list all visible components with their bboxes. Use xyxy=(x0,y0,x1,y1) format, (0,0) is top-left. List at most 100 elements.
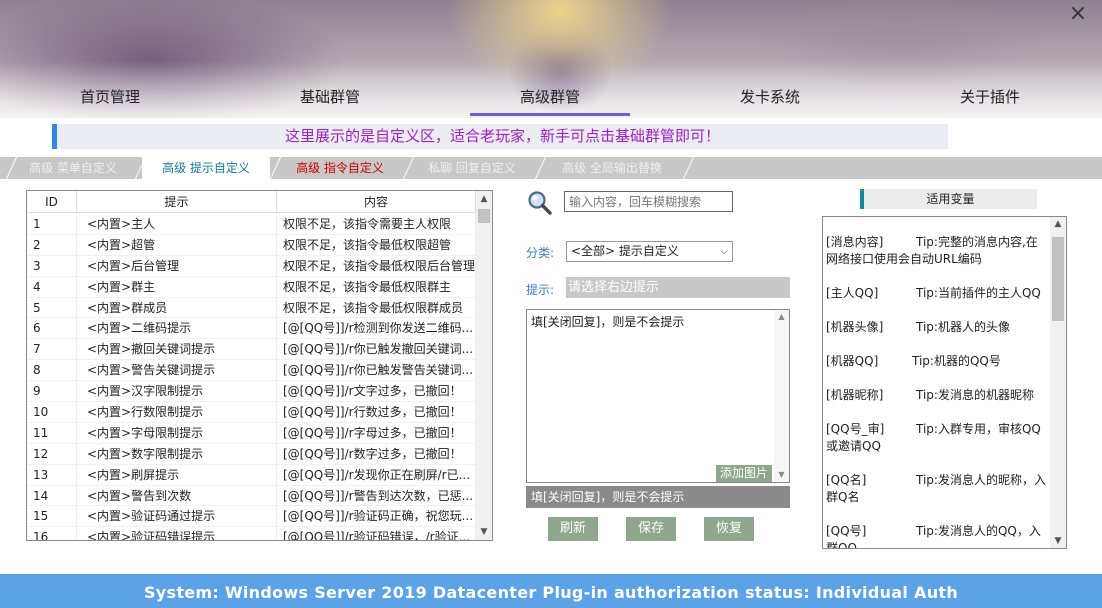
variable-key: [QQ名] xyxy=(826,473,867,487)
variable-item[interactable]: [机器昵称] Tip:发消息的机器昵称 xyxy=(826,387,1049,404)
variable-item[interactable]: [QQ名] Tip:发消息人的昵称，入群Q名 xyxy=(826,472,1049,506)
cell-tip: <内置>汉字限制提示 xyxy=(77,381,277,403)
close-button[interactable]: × xyxy=(1068,3,1088,25)
tip-table[interactable]: ID 提示 内容 1 <内置>主人 权限不足，该指令需要主人权限 2 <内置>超管 权限不… xyxy=(26,190,493,541)
cell-id: 6 xyxy=(27,318,77,340)
nav-basic-group[interactable]: 基础群管 xyxy=(220,84,440,118)
column-header-content[interactable]: 内容 xyxy=(277,191,476,213)
scroll-up-icon[interactable]: ▲ xyxy=(1050,217,1066,231)
scroll-up-icon[interactable]: ▲ xyxy=(476,191,492,207)
sub-tab-bar: 高级 菜单自定义 高级 提示自定义 高级 指令自定义 私聊 回复自定义 高级 全… xyxy=(0,157,1102,179)
cell-id: 8 xyxy=(27,360,77,382)
table-row[interactable]: 11 <内置>字母限制提示 [@[QQ号]]/r字母过多，已撤回！ xyxy=(27,422,476,444)
tab-menu-custom[interactable]: 高级 菜单自定义 xyxy=(12,157,134,179)
cell-tip: <内置>验证码通过提示 xyxy=(77,506,277,528)
cell-id: 5 xyxy=(27,297,77,319)
table-row[interactable]: 12 <内置>数字限制提示 [@[QQ号]]/r数字过多，已撤回！ xyxy=(27,443,476,465)
cell-tip: <内置>验证码错误提示 xyxy=(77,527,277,540)
scroll-down-icon[interactable]: ▼ xyxy=(1050,534,1066,548)
table-row[interactable]: 5 <内置>群成员 权限不足，该指令最低权限群成员 xyxy=(27,297,476,319)
table-scrollbar[interactable]: ▲ ▼ xyxy=(476,191,492,540)
scroll-thumb[interactable] xyxy=(1052,237,1064,321)
table-row[interactable]: 10 <内置>行数限制提示 [@[QQ号]]/r行数过多，已撤回！ xyxy=(27,402,476,423)
variables-list[interactable]: [消息内容] Tip:完整的消息内容,在网络接口使用会自动URL编码 [主人QQ] T… xyxy=(822,216,1067,549)
cell-content: [@[QQ号]]/r字母过多，已撤回！ xyxy=(277,422,476,444)
variable-tip: Tip:机器人的头像 xyxy=(916,320,1010,334)
scroll-down-icon[interactable]: ▼ xyxy=(774,468,789,482)
variable-key: [QQ号] xyxy=(826,524,867,538)
scroll-down-icon[interactable]: ▼ xyxy=(476,524,492,540)
cell-content: 权限不足，该指令最低权限群成员 xyxy=(277,297,476,319)
variable-key: [机器QQ] xyxy=(826,354,879,368)
tab-private-reply[interactable]: 私聊 回复自定义 xyxy=(410,157,534,179)
editor-scrollbar[interactable]: ▲ ▼ xyxy=(774,310,789,482)
category-select[interactable]: <全部> 提示自定义 ⌵ xyxy=(566,241,733,262)
variable-key: [QQ号_审] xyxy=(826,422,885,436)
table-row[interactable]: 1 <内置>主人 权限不足，该指令需要主人权限 xyxy=(27,214,476,235)
table-row[interactable]: 4 <内置>群主 权限不足，该指令最低权限群主 xyxy=(27,276,476,298)
table-row[interactable]: 14 <内置>警告到次数 [@[QQ号]]/r警告到达次数，已惩... xyxy=(27,485,476,507)
table-row[interactable]: 3 <内置>后台管理 权限不足，该指令最低权限后台管理 xyxy=(27,255,476,277)
variable-item[interactable]: [主人QQ] Tip:当前插件的主人QQ xyxy=(826,285,1049,302)
refresh-button[interactable]: 刷新 xyxy=(548,517,598,541)
search-input[interactable] xyxy=(564,191,733,212)
nav-card-system[interactable]: 发卡系统 xyxy=(660,84,880,118)
cell-id: 3 xyxy=(27,255,77,277)
cell-tip: <内置>行数限制提示 xyxy=(77,402,277,423)
scroll-thumb[interactable] xyxy=(478,209,490,223)
table-row[interactable]: 2 <内置>超管 权限不足，该指令最低权限超管 xyxy=(27,234,476,256)
cell-content: 权限不足，该指令需要主人权限 xyxy=(277,214,476,235)
variable-key: [主人QQ] xyxy=(826,286,879,300)
cell-content: [@[QQ号]]/r你已触发撤回关键词... xyxy=(277,339,476,361)
status-footer: System: Windows Server 2019 Datacenter P… xyxy=(0,574,1102,608)
tip-display: 请选择右边提示 xyxy=(566,277,790,298)
cell-tip: <内置>二维码提示 xyxy=(77,318,277,340)
variable-item[interactable]: [QQ号_审] Tip:入群专用，审核QQ或邀请QQ xyxy=(826,421,1049,455)
search-icon[interactable] xyxy=(527,190,553,216)
cell-id: 13 xyxy=(27,464,77,486)
cell-content: [@[QQ号]]/r验证码正确，祝您玩... xyxy=(277,506,476,528)
editor-text: 填[关闭回复]，则是不会提示 xyxy=(531,315,685,329)
variable-item[interactable]: [机器QQ] Tip:机器的QQ号 xyxy=(826,353,1049,370)
table-header: ID 提示 内容 xyxy=(27,191,476,213)
cell-content: [@[QQ号]]/r你已触发警告关键词... xyxy=(277,360,476,382)
cell-tip: <内置>刷屏提示 xyxy=(77,464,277,486)
cell-id: 16 xyxy=(27,527,77,540)
content-editor[interactable]: 填[关闭回复]，则是不会提示 ▲ ▼ xyxy=(526,309,790,483)
table-row[interactable]: 16 <内置>验证码错误提示 [@[QQ号]]/r验证码错误，/r验证... xyxy=(27,527,476,540)
tab-global-replace[interactable]: 高级 全局输出替换 xyxy=(542,157,682,179)
variables-title: 适用变量 xyxy=(860,189,1037,209)
table-row[interactable]: 6 <内置>二维码提示 [@[QQ号]]/r检测到你发送二维码... xyxy=(27,318,476,340)
cell-tip: <内置>警告到次数 xyxy=(77,485,277,507)
tab-command-custom[interactable]: 高级 指令自定义 xyxy=(278,157,402,179)
main-nav: 首页管理 基础群管 高级群管 发卡系统 关于插件 xyxy=(0,84,1102,118)
tab-tip-custom[interactable]: 高级 提示自定义 xyxy=(142,157,270,179)
cell-content: [@[QQ号]]/r数字过多，已撤回！ xyxy=(277,443,476,465)
scroll-up-icon[interactable]: ▲ xyxy=(774,310,789,324)
column-header-tip[interactable]: 提示 xyxy=(77,191,277,213)
nav-advanced-group[interactable]: 高级群管 xyxy=(440,84,660,118)
tip-label: 提示: xyxy=(526,283,555,297)
cell-id: 9 xyxy=(27,381,77,403)
nav-home[interactable]: 首页管理 xyxy=(0,84,220,118)
table-row[interactable]: 15 <内置>验证码通过提示 [@[QQ号]]/r验证码正确，祝您玩... xyxy=(27,506,476,528)
table-row[interactable]: 7 <内置>撤回关键词提示 [@[QQ号]]/r你已触发撤回关键词... xyxy=(27,339,476,361)
restore-button[interactable]: 恢复 xyxy=(704,517,754,541)
variable-item[interactable]: [QQ号] Tip:发消息人的QQ，入群QQ xyxy=(826,523,1049,548)
save-button[interactable]: 保存 xyxy=(626,517,676,541)
variable-tip: Tip:当前插件的主人QQ xyxy=(916,286,1041,300)
nav-about[interactable]: 关于插件 xyxy=(880,84,1100,118)
cell-tip: <内置>警告关键词提示 xyxy=(77,360,277,382)
cell-tip: <内置>字母限制提示 xyxy=(77,422,277,444)
cell-id: 10 xyxy=(27,402,77,423)
column-header-id[interactable]: ID xyxy=(27,191,77,213)
add-image-button[interactable]: 添加图片 xyxy=(716,465,772,482)
cell-content: [@[QQ号]]/r警告到达次数，已惩... xyxy=(277,485,476,507)
table-row[interactable]: 9 <内置>汉字限制提示 [@[QQ号]]/r文字过多，已撤回！ xyxy=(27,381,476,403)
variable-item[interactable]: [消息内容] Tip:完整的消息内容,在网络接口使用会自动URL编码 xyxy=(826,234,1049,268)
table-row[interactable]: 13 <内置>刷屏提示 [@[QQ号]]/r发现你正在刷屏/r已... xyxy=(27,464,476,486)
table-row[interactable]: 8 <内置>警告关键词提示 [@[QQ号]]/r你已触发警告关键词... xyxy=(27,360,476,382)
variables-scrollbar[interactable]: ▲ ▼ xyxy=(1050,217,1066,548)
cell-content: 权限不足，该指令最低权限群主 xyxy=(277,276,476,298)
variable-item[interactable]: [机器头像] Tip:机器人的头像 xyxy=(826,319,1049,336)
